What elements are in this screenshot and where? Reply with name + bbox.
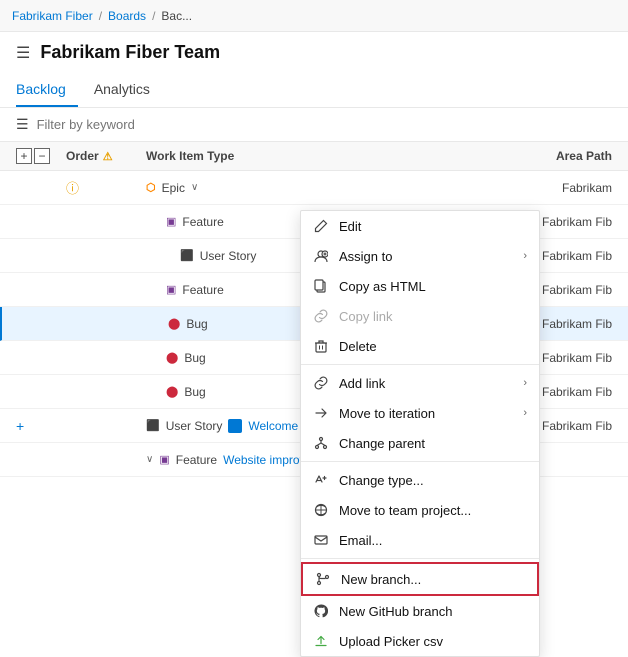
feature-icon: ▣ (166, 215, 176, 228)
epic-icon: ⬡ (146, 181, 156, 194)
menu-edit-label: Edit (339, 219, 527, 234)
chevron-down-icon[interactable]: ∨ (146, 454, 153, 465)
breadcrumb: Fabrikam Fiber / Boards / Bac... (0, 0, 628, 32)
menu-item-add-link[interactable]: Add link › (301, 368, 539, 398)
menu-item-new-branch[interactable]: New branch... (301, 562, 539, 596)
chevron-down-icon[interactable]: ∨ (191, 182, 198, 193)
bug-icon: ⬤ (166, 351, 178, 364)
move-project-icon (313, 502, 329, 518)
submenu-arrow-icon: › (523, 250, 527, 262)
context-menu: Edit Assign to › Copy as HTML (300, 210, 540, 657)
row-order: ⓘ (66, 178, 146, 197)
copy-icon (313, 278, 329, 294)
menu-assign-label: Assign to (339, 249, 513, 264)
search-input[interactable] (37, 117, 237, 132)
tab-backlog[interactable]: Backlog (16, 73, 78, 107)
menu-item-copy-link: Copy link (301, 301, 539, 331)
menu-item-move-iteration[interactable]: Move to iteration › (301, 398, 539, 428)
filter-icon: ☰ (16, 116, 29, 133)
menu-divider (301, 558, 539, 559)
upload-icon (313, 633, 329, 649)
menu-item-edit[interactable]: Edit (301, 211, 539, 241)
add-link-icon (313, 375, 329, 391)
menu-item-delete[interactable]: Delete (301, 331, 539, 361)
bug-icon: ⬤ (168, 317, 180, 330)
menu-delete-label: Delete (339, 339, 527, 354)
change-type-icon (313, 472, 329, 488)
menu-copy-link-label: Copy link (339, 309, 527, 324)
filter-bar: ☰ (0, 108, 628, 142)
breadcrumb-item-fabrikam[interactable]: Fabrikam Fiber (12, 9, 93, 23)
feature-icon: ▣ (159, 453, 169, 466)
menu-item-change-type[interactable]: Change type... (301, 465, 539, 495)
edit-icon (313, 218, 329, 234)
move-iter-icon (313, 405, 329, 421)
order-warning-icon: ⚠ (103, 150, 113, 163)
user-story-icon: ⬛ (146, 419, 160, 432)
row-warning-icon: ⓘ (66, 181, 79, 196)
tab-bar: Backlog Analytics (0, 73, 628, 108)
breadcrumb-item-boards[interactable]: Boards (108, 9, 146, 23)
th-add-remove: + − (16, 148, 66, 164)
add-row-button[interactable]: + (16, 148, 32, 164)
menu-move-iteration-label: Move to iteration (339, 406, 513, 421)
github-icon (313, 603, 329, 619)
page-header: ☰ Fabrikam Fiber Team (0, 32, 628, 73)
feature-icon: ▣ (166, 283, 176, 296)
breadcrumb-current: Bac... (161, 9, 192, 23)
page-title: Fabrikam Fiber Team (40, 42, 220, 63)
menu-item-assign-to[interactable]: Assign to › (301, 241, 539, 271)
row-area: Fabrikam (512, 181, 612, 195)
menu-divider (301, 364, 539, 365)
bug-icon: ⬤ (166, 385, 178, 398)
menu-new-branch-label: New branch... (341, 572, 525, 587)
menu-item-move-project[interactable]: Move to team project... (301, 495, 539, 525)
menu-divider (301, 461, 539, 462)
new-branch-icon (315, 571, 331, 587)
menu-upload-picker-label: Upload Picker csv (339, 634, 527, 649)
breadcrumb-sep-2: / (152, 9, 155, 23)
submenu-arrow-icon: › (523, 377, 527, 389)
menu-copy-html-label: Copy as HTML (339, 279, 527, 294)
menu-new-github-branch-label: New GitHub branch (339, 604, 527, 619)
menu-item-new-github-branch[interactable]: New GitHub branch (301, 596, 539, 626)
expand-plus-button[interactable]: + (16, 418, 24, 434)
table-header: + − Order ⚠ Work Item Type Area Path (0, 142, 628, 171)
th-work-item-type: Work Item Type (146, 149, 512, 163)
hamburger-icon[interactable]: ☰ (16, 43, 30, 63)
table-row: ⓘ ⬡ Epic ∨ Fabrikam (0, 171, 628, 205)
change-parent-icon (313, 435, 329, 451)
th-order: Order ⚠ (66, 149, 146, 163)
row-indent: + (16, 418, 66, 434)
row-type: ⬡ Epic ∨ (146, 181, 512, 195)
email-icon (313, 532, 329, 548)
remove-row-button[interactable]: − (34, 148, 50, 164)
user-story-icon: ⬛ (180, 249, 194, 262)
delete-icon (313, 338, 329, 354)
th-area-path: Area Path (512, 149, 612, 163)
assign-icon (313, 248, 329, 264)
breadcrumb-sep-1: / (99, 9, 102, 23)
tab-analytics[interactable]: Analytics (94, 73, 162, 107)
link-icon (313, 308, 329, 324)
menu-item-upload-picker[interactable]: Upload Picker csv (301, 626, 539, 656)
menu-change-type-label: Change type... (339, 473, 527, 488)
menu-email-label: Email... (339, 533, 527, 548)
menu-item-change-parent[interactable]: Change parent (301, 428, 539, 458)
menu-item-email[interactable]: Email... (301, 525, 539, 555)
menu-change-parent-label: Change parent (339, 436, 527, 451)
submenu-arrow-icon: › (523, 407, 527, 419)
menu-add-link-label: Add link (339, 376, 513, 391)
menu-item-copy-html[interactable]: Copy as HTML (301, 271, 539, 301)
menu-move-project-label: Move to team project... (339, 503, 527, 518)
item-icon (228, 419, 242, 433)
